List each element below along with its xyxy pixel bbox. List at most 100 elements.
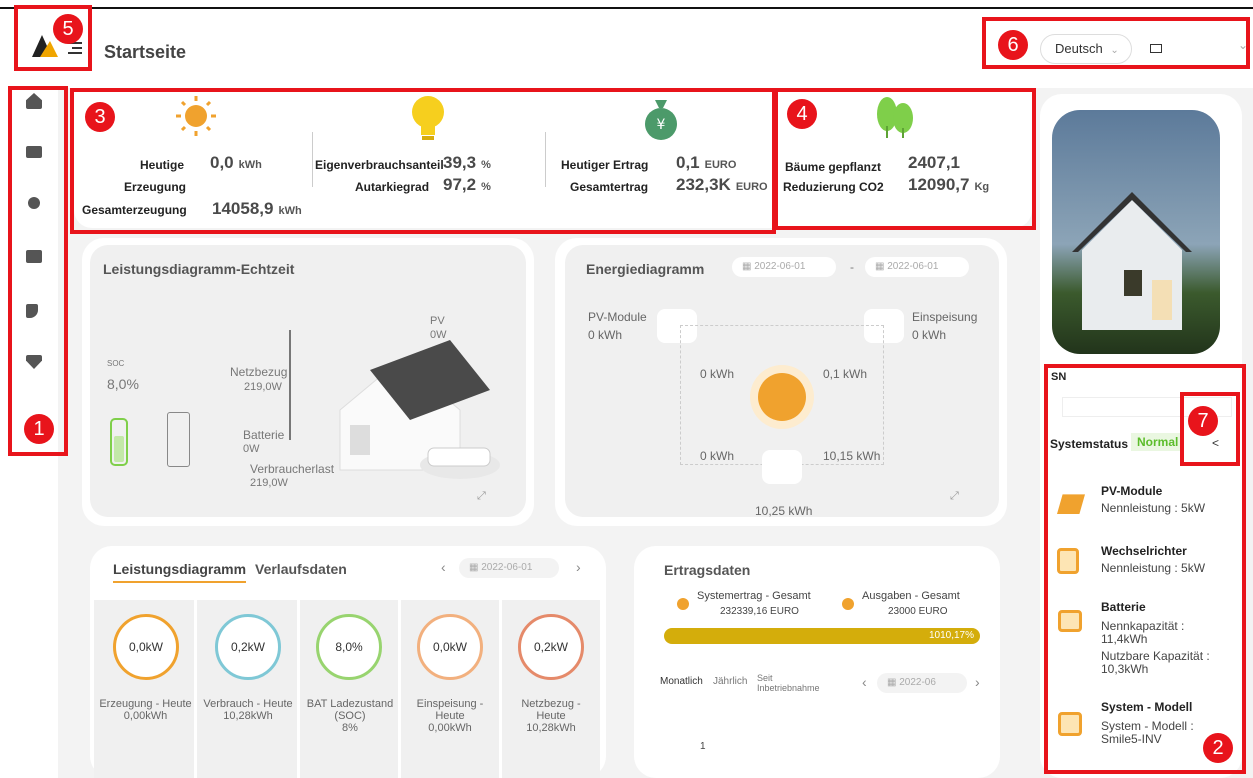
axis-tick: 1	[700, 741, 706, 752]
device-title: System - Modell	[1101, 700, 1193, 714]
gear-icon[interactable]	[28, 197, 40, 209]
soc-label: SOC	[107, 359, 125, 368]
coin-icon	[842, 598, 854, 610]
mail-icon[interactable]	[1150, 44, 1162, 53]
device-title: Wechselrichter	[1101, 544, 1187, 558]
message-icon[interactable]	[26, 250, 42, 263]
aus-label: Ausgaben - Gesamt	[862, 590, 960, 602]
gauge-soc: 8,0%	[316, 614, 382, 680]
chevron-down-icon[interactable]: ⌄	[1238, 38, 1248, 52]
baeume-label: Bäume gepflanzt	[785, 160, 882, 174]
svg-text:¥: ¥	[657, 117, 666, 133]
ertrag-title: Ertragsdaten	[664, 562, 751, 578]
flow-4-value: 10,15 kWh	[823, 449, 881, 463]
gauge-label: BAT Ladezustand (SOC) 8%	[306, 698, 394, 734]
date-separator: -	[850, 260, 854, 274]
gesamtertrag-value: 232,3K EURO	[676, 175, 768, 194]
ertrag-value: 0,1 EURO	[676, 153, 737, 172]
annotation-badge: 2	[1203, 733, 1233, 763]
divider	[312, 132, 313, 187]
share-icon[interactable]: <	[1212, 436, 1219, 450]
gesamt-label: Gesamterzeugung	[82, 203, 187, 217]
gauge-label: Verbrauch - Heute 10,28kWh	[203, 698, 293, 722]
device-text: Nennleistung : 5kW	[1101, 501, 1206, 515]
next-icon[interactable]: ›	[975, 674, 980, 690]
flow-2-value: 0,1 kWh	[823, 367, 868, 381]
gauge-generation: 0,0kW	[113, 614, 179, 680]
device-text: System - Modell : Smile5-INV	[1101, 719, 1194, 746]
gesamt-value: 14058,9 kWh	[212, 199, 302, 218]
page-title: Startseite	[104, 42, 187, 62]
autark-value: 97,2%	[443, 175, 491, 194]
battery-node-icon	[750, 365, 814, 429]
calendar-icon: ▦	[742, 261, 755, 272]
date-to-picker[interactable]: ▦ 2022-06-01	[865, 257, 969, 277]
einspeisung-value: 0 kWh	[912, 328, 947, 342]
tab-jaehrlich[interactable]: Jährlich	[713, 676, 747, 687]
tab-monatlich[interactable]: Monatlich	[660, 676, 703, 687]
heutige-value: 0,0 kWh	[210, 153, 262, 172]
divider	[545, 132, 546, 187]
gauge-label: Erzeugung - Heute 0,00kWh	[99, 698, 192, 722]
phone-icon[interactable]	[26, 304, 38, 318]
co2-value: 12090,7 Kg	[908, 175, 990, 194]
annotation-badge: 3	[85, 102, 115, 132]
device-text: Nennleistung : 5kW	[1101, 561, 1206, 575]
tab-verlaufsdaten[interactable]: Verlaufsdaten	[255, 561, 347, 577]
battery-icon	[1058, 610, 1082, 632]
system-model-icon	[1058, 712, 1082, 736]
realtime-title: Leistungsdiagramm-Echtzeit	[103, 261, 295, 277]
batt-label: Batterie	[243, 428, 285, 442]
calendar-icon: ▦	[469, 562, 482, 573]
co2-label: Reduzierung CO2	[783, 180, 884, 194]
prev-icon[interactable]: ‹	[441, 559, 446, 575]
sys-value: 232339,16 EURO	[720, 606, 799, 617]
prev-icon[interactable]: ‹	[862, 674, 867, 690]
coin-icon	[677, 598, 689, 610]
language-select[interactable]: Deutsch ⌄	[1040, 34, 1132, 64]
expand-icon[interactable]: ⤢	[477, 490, 486, 503]
annotation-badge: 7	[1188, 406, 1218, 436]
baeume-value: 2407,1	[908, 153, 960, 172]
aus-value: 23000 EURO	[888, 606, 948, 617]
language-value: Deutsch	[1055, 41, 1103, 56]
power-date-picker[interactable]: ▦ 2022-06-01	[459, 558, 559, 578]
monitor-icon[interactable]	[26, 146, 42, 158]
annotation-badge: 4	[787, 99, 817, 129]
calendar-icon: ▦	[887, 677, 900, 688]
next-icon[interactable]: ›	[576, 559, 581, 575]
lightbulb-icon	[410, 94, 446, 142]
flow-1-value: 0 kWh	[700, 367, 735, 381]
eigen-label: Eigenverbrauchsanteil	[315, 158, 444, 172]
status-label: Systemstatus	[1050, 437, 1129, 451]
gauge-feedin: 0,0kW	[417, 614, 483, 680]
ertrag-date-picker[interactable]: ▦ 2022-06	[877, 673, 967, 693]
expand-icon[interactable]: ⤢	[950, 490, 959, 503]
device-title: Batterie	[1101, 600, 1146, 614]
ertrag-label: Heutiger Ertrag	[561, 158, 649, 172]
batt-value: 0W	[243, 443, 260, 455]
tab-seit[interactable]: Seit Inbetriebnahme	[757, 673, 820, 693]
device-text: Nutzbare Kapazität : 10,3kWh	[1101, 649, 1210, 676]
heutige-label: Heutige	[140, 158, 185, 172]
pv-module-label: PV-Module	[588, 310, 647, 324]
inverter-icon	[1057, 548, 1079, 574]
einspeisung-label: Einspeisung	[912, 310, 978, 324]
ertrag-progress: 1010,17%	[664, 628, 980, 644]
gauge-grid: 0,2kW	[518, 614, 584, 680]
tree-icon	[873, 96, 917, 140]
pv-module-value: 0 kWh	[588, 328, 623, 342]
date-from-picker[interactable]: ▦ 2022-06-01	[732, 257, 836, 277]
annotation-badge: 1	[24, 414, 54, 444]
autark-label: Autarkiegrad	[355, 180, 430, 194]
inverter-icon	[167, 412, 190, 467]
gauge-label: Einspeisung - Heute 0,00kWh	[416, 698, 484, 734]
sys-label: Systemertrag - Gesamt	[697, 590, 811, 602]
sn-label: SN	[1051, 371, 1067, 383]
house-illustration	[280, 320, 510, 490]
home-icon[interactable]	[26, 93, 42, 109]
annotation-badge: 5	[53, 14, 83, 44]
gesamtertrag-label: Gesamtertrag	[570, 180, 649, 194]
shield-icon[interactable]	[26, 355, 42, 369]
tab-leistungsdiagramm[interactable]: Leistungsdiagramm	[113, 561, 247, 583]
